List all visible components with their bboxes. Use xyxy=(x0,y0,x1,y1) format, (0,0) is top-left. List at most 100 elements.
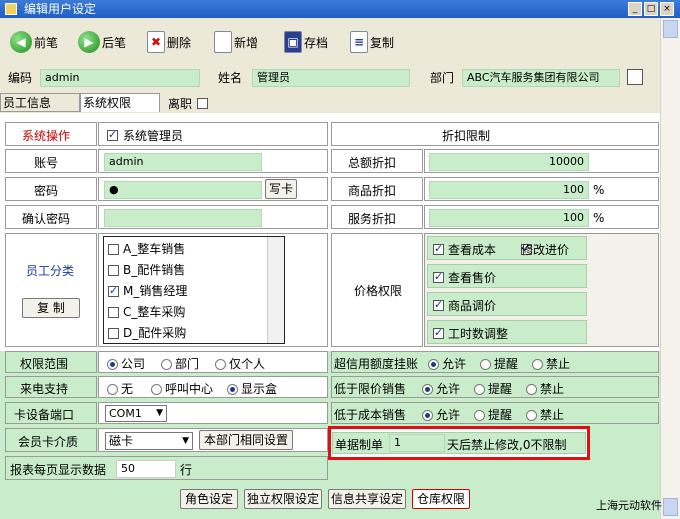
per-page-row: 报表每页显示数据 50 行 xyxy=(5,456,328,480)
call-label-cell: 来电支持 xyxy=(5,376,97,398)
confirm-cell xyxy=(98,205,328,229)
prev-button[interactable]: ◀ 前笔 xyxy=(10,28,58,56)
below-limit-allow-radio[interactable] xyxy=(422,384,433,395)
chevron-down-icon: ▼ xyxy=(156,408,163,418)
category-item[interactable]: B_配件销售 xyxy=(108,261,185,281)
dept-field[interactable]: ABC汽车服务集团有限公司 xyxy=(462,69,620,87)
resign-label: 离职 xyxy=(168,97,193,111)
below-cost-allow-radio[interactable] xyxy=(422,410,433,421)
doc-days-field[interactable]: 1 xyxy=(389,434,445,452)
total-cell: 10000 xyxy=(424,149,659,173)
category-checkbox[interactable] xyxy=(108,265,119,276)
category-checkbox[interactable] xyxy=(108,307,119,318)
permissions-panel: 系统操作 系统管理员 账号 admin 密码 ● 写卡 确认密码 员工分类 复 … xyxy=(0,113,662,519)
total-discount-field[interactable]: 10000 xyxy=(429,153,589,171)
scroll-down-button[interactable] xyxy=(663,498,678,516)
independent-perm-button[interactable]: 独立权限设定 xyxy=(244,489,322,509)
same-dept-button[interactable]: 本部门相同设置 xyxy=(199,430,293,450)
call-display-radio[interactable] xyxy=(227,384,238,395)
info-share-button[interactable]: 信息共享设定 xyxy=(328,489,406,509)
below-cost-remind-radio[interactable] xyxy=(474,410,485,421)
call-cell: 无 呼叫中心 显示盒 xyxy=(98,376,328,398)
confirm-password-field[interactable] xyxy=(104,209,262,227)
call-center-radio[interactable] xyxy=(151,384,162,395)
copy-icon: ≡ xyxy=(350,31,368,53)
sysadmin-checkbox[interactable] xyxy=(107,128,118,141)
member-label-cell: 会员卡介质 xyxy=(5,428,97,452)
new-document-icon xyxy=(214,31,232,53)
credit-allow-radio[interactable] xyxy=(428,359,439,370)
adjust-price-checkbox[interactable] xyxy=(433,298,444,311)
call-none-radio[interactable] xyxy=(107,384,118,395)
close-button[interactable]: × xyxy=(660,2,674,16)
save-disk-icon: ▣ xyxy=(284,31,302,53)
scope-cell: 公司 部门 仅个人 xyxy=(98,351,328,373)
confirm-label-cell: 确认密码 xyxy=(5,205,97,229)
add-button[interactable]: 新增 xyxy=(214,28,258,56)
category-item[interactable]: C_整车采购 xyxy=(108,303,185,323)
discount-title-cell: 折扣限制 xyxy=(331,122,659,146)
view-cost-checkbox[interactable] xyxy=(433,242,444,255)
next-button[interactable]: ▶ 后笔 xyxy=(78,28,126,56)
scope-company-radio[interactable] xyxy=(107,359,118,370)
per-page-field[interactable]: 50 xyxy=(116,460,176,478)
scope-dept-radio[interactable] xyxy=(161,359,172,370)
credit-forbid-radio[interactable] xyxy=(532,359,543,370)
category-list[interactable]: A_整车销售 B_配件销售 M_销售经理 C_整车采购 D_配件采购 xyxy=(103,236,285,344)
minimize-button[interactable]: _ xyxy=(628,2,642,16)
category-checkbox[interactable] xyxy=(108,328,119,339)
category-item[interactable]: A_整车销售 xyxy=(108,240,185,260)
name-label: 姓名 xyxy=(218,71,243,85)
category-list-cell: A_整车销售 B_配件销售 M_销售经理 C_整车采购 D_配件采购 xyxy=(98,233,328,347)
password-field[interactable]: ● xyxy=(104,181,262,199)
arrow-right-icon: ▶ xyxy=(78,31,100,53)
delete-button[interactable]: ✖ 删除 xyxy=(147,28,191,56)
account-cell: admin xyxy=(98,149,328,173)
tab-employee-info[interactable]: 员工信息 xyxy=(0,93,80,112)
arrow-left-icon: ◀ xyxy=(10,31,32,53)
category-checkbox[interactable] xyxy=(108,284,119,297)
price-label-cell: 价格权限 xyxy=(331,233,423,347)
account-label-cell: 账号 xyxy=(5,149,97,173)
name-field[interactable]: 管理员 xyxy=(252,69,410,87)
port-select[interactable]: COM1 ▼ xyxy=(105,405,167,422)
tab-bar: 员工信息 系统权限 离职 xyxy=(0,91,660,113)
maximize-button[interactable]: □ xyxy=(644,2,658,16)
category-checkbox[interactable] xyxy=(108,244,119,255)
goods-discount-field[interactable]: 100 xyxy=(429,181,589,199)
vertical-scrollbar[interactable] xyxy=(660,18,680,519)
credit-remind-radio[interactable] xyxy=(480,359,491,370)
scope-self-radio[interactable] xyxy=(215,359,226,370)
total-label-cell: 总额折扣 xyxy=(331,149,423,173)
doc-edit-row: 单据制单 1 天后禁止修改,0不限制 xyxy=(328,426,590,460)
chevron-down-icon: ▼ xyxy=(182,436,189,446)
goods-cell: 100 % xyxy=(424,177,659,201)
role-settings-button[interactable]: 角色设定 xyxy=(180,489,238,509)
account-field[interactable]: admin xyxy=(104,153,262,171)
toolbar: ◀ 前笔 ▶ 后笔 ✖ 删除 新增 ▣ 存档 ≡ 复制 xyxy=(0,18,660,62)
adjust-hours-checkbox[interactable] xyxy=(433,326,444,339)
write-card-button[interactable]: 写卡 xyxy=(265,179,297,199)
service-discount-field[interactable]: 100 xyxy=(429,209,589,227)
member-select[interactable]: 磁卡 ▼ xyxy=(105,432,193,450)
resign-checkbox[interactable] xyxy=(197,98,208,109)
company-name: 上海元动软件 xyxy=(596,499,662,512)
category-item[interactable]: M_销售经理 xyxy=(108,282,187,302)
calendar-icon[interactable] xyxy=(627,69,643,85)
code-field[interactable]: admin xyxy=(40,69,200,87)
tab-system-permissions[interactable]: 系统权限 xyxy=(80,93,160,112)
below-limit-remind-radio[interactable] xyxy=(474,384,485,395)
view-price-checkbox[interactable] xyxy=(433,270,444,283)
category-item[interactable]: D_配件采购 xyxy=(108,324,186,344)
copy-category-button[interactable]: 复 制 xyxy=(22,298,80,318)
credit-row: 超信用额度挂账 允许 提醒 禁止 xyxy=(331,351,659,373)
below-limit-forbid-radio[interactable] xyxy=(526,384,537,395)
below-cost-forbid-radio[interactable] xyxy=(526,410,537,421)
price-perm-cell: 查看成本 修改进价 查看售价 商品调价 工时数调整 xyxy=(424,233,659,347)
scroll-up-button[interactable] xyxy=(663,20,678,38)
copy-button[interactable]: ≡ 复制 xyxy=(350,28,394,56)
save-button[interactable]: ▣ 存档 xyxy=(284,28,328,56)
scope-label-cell: 权限范围 xyxy=(5,351,97,373)
category-scrollbar[interactable] xyxy=(267,237,284,343)
warehouse-perm-button[interactable]: 仓库权限 xyxy=(412,489,470,509)
